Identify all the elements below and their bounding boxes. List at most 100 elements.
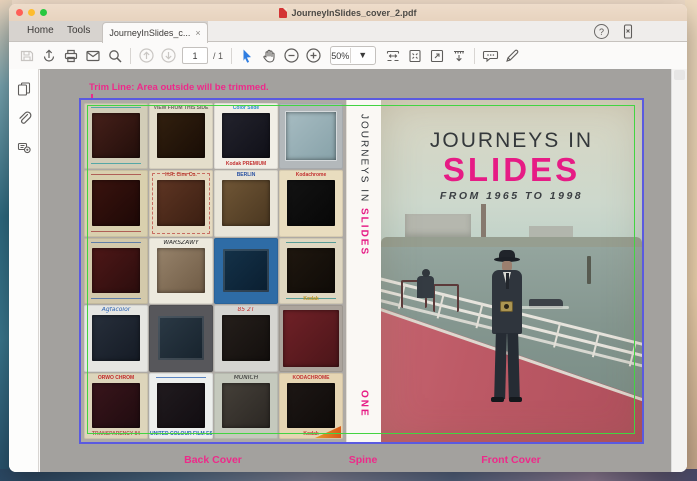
print-icon bbox=[64, 49, 78, 62]
page-number-input[interactable] bbox=[182, 47, 208, 64]
search-button[interactable] bbox=[104, 45, 126, 67]
pdf-file-icon bbox=[279, 7, 288, 18]
back-cover: VIEW FROM THIS SIDE Color Slide Kodak PREM… bbox=[81, 100, 346, 442]
mooring-post bbox=[587, 256, 591, 284]
cover-spread: VIEW FROM THIS SIDE Color Slide Kodak PREM… bbox=[79, 98, 644, 444]
screen: JourneyInSlides_cover_2.pdf Home Tools J… bbox=[0, 0, 697, 481]
shoe bbox=[491, 397, 504, 402]
slide-printed-rule bbox=[91, 163, 141, 165]
scroll-mode-button[interactable] bbox=[448, 45, 470, 67]
spine-title: JOURNEYS IN SLIDES bbox=[359, 114, 370, 256]
layers-button[interactable] bbox=[16, 139, 32, 155]
slide-mount bbox=[279, 305, 343, 372]
slide-mount: BERLIN bbox=[214, 170, 278, 237]
fit-page-button[interactable] bbox=[404, 45, 426, 67]
zoom-window-button[interactable] bbox=[40, 9, 47, 16]
spine-label: Spine bbox=[348, 454, 378, 466]
window-title-group: JourneyInSlides_cover_2.pdf bbox=[279, 7, 417, 18]
shoe bbox=[509, 397, 522, 402]
tab-tools[interactable]: Tools bbox=[67, 25, 90, 36]
slide-mount bbox=[214, 237, 278, 305]
page-count-label: / 1 bbox=[213, 50, 224, 61]
slide-mount bbox=[84, 170, 148, 237]
camera bbox=[500, 301, 513, 312]
zoom-out-button[interactable] bbox=[280, 45, 302, 67]
help-button[interactable]: ? bbox=[594, 24, 609, 39]
traffic-lights bbox=[16, 9, 47, 16]
slide-photo bbox=[287, 382, 335, 428]
slide-top-label: ORWO CHROM bbox=[97, 374, 135, 381]
close-window-button[interactable] bbox=[16, 9, 23, 16]
zoom-out-icon bbox=[283, 48, 299, 63]
slide-top-label: H.R. Cine Co. bbox=[165, 172, 197, 179]
tab-document[interactable]: JourneyInSlides_c... × bbox=[102, 22, 208, 43]
chimney bbox=[481, 204, 486, 240]
email-icon bbox=[86, 50, 100, 61]
tab-home[interactable]: Home bbox=[27, 25, 54, 36]
document-area: Trim Line: Area outside will be trimmed.… bbox=[9, 69, 687, 472]
slide-printed-rule bbox=[91, 107, 141, 108]
email-button[interactable] bbox=[82, 45, 104, 67]
slide-top-label: BERLIN bbox=[236, 172, 256, 179]
slide-photo bbox=[285, 111, 337, 162]
slide-mount: Kodak bbox=[279, 237, 343, 305]
front-subtitle: FROM 1965 TO 1998 bbox=[439, 190, 584, 202]
search-icon bbox=[109, 49, 122, 63]
slide-mount: VIEW FROM THIS SIDE bbox=[149, 103, 213, 170]
slide-mount bbox=[279, 103, 343, 170]
mobile-button[interactable] bbox=[621, 24, 635, 39]
tab-bar-right-icons: ? bbox=[594, 24, 635, 39]
previous-page-button[interactable] bbox=[135, 45, 157, 67]
back-cover-label: Back Cover bbox=[184, 454, 242, 466]
slide-printed-rule bbox=[91, 230, 141, 232]
slide-photo bbox=[222, 315, 270, 361]
slide-photo bbox=[222, 382, 270, 428]
skyline bbox=[381, 204, 642, 248]
minimize-window-button[interactable] bbox=[28, 9, 35, 16]
scroll-mode-icon bbox=[454, 50, 465, 61]
acrobat-window: JourneyInSlides_cover_2.pdf Home Tools J… bbox=[9, 4, 687, 472]
title-bar: JourneyInSlides_cover_2.pdf bbox=[9, 4, 687, 21]
zoom-level-value: 50% bbox=[331, 50, 350, 61]
slide-mount: Color Slide Kodak PREMIUM bbox=[214, 103, 278, 170]
slide-dashed-frame bbox=[152, 173, 210, 234]
next-page-button[interactable] bbox=[157, 45, 179, 67]
select-tool-button[interactable] bbox=[236, 45, 258, 67]
slide-mount: UNITED COLOUR FILM EST. bbox=[149, 372, 213, 439]
small-boat bbox=[521, 299, 569, 309]
slide-top-label: WARSZAWY bbox=[163, 239, 199, 246]
page-canvas[interactable]: Trim Line: Area outside will be trimmed.… bbox=[40, 69, 672, 472]
comment-button[interactable] bbox=[479, 45, 501, 67]
scrollbar[interactable] bbox=[671, 69, 687, 472]
seated-person bbox=[417, 276, 434, 298]
attachments-button[interactable] bbox=[16, 110, 32, 126]
tab-close-icon[interactable]: × bbox=[195, 28, 200, 38]
slide-top-label: Kodachrome bbox=[295, 172, 327, 179]
hand-tool-button[interactable] bbox=[258, 45, 280, 67]
zoom-in-button[interactable] bbox=[302, 45, 324, 67]
main-toolbar: / 1 50% ▼ bbox=[9, 42, 687, 70]
slide-photo bbox=[92, 113, 140, 159]
slide-printed-rule bbox=[91, 241, 141, 243]
save-button[interactable] bbox=[16, 45, 38, 67]
print-button[interactable] bbox=[60, 45, 82, 67]
toolbar-separator bbox=[231, 47, 233, 64]
slide-photo bbox=[157, 113, 205, 159]
pencil-icon bbox=[506, 49, 519, 62]
spine-volume: ONE bbox=[358, 390, 370, 418]
draw-button[interactable] bbox=[501, 45, 523, 67]
tab-document-label: JourneyInSlides_c... bbox=[109, 28, 191, 38]
fit-width-button[interactable] bbox=[382, 45, 404, 67]
fullscreen-button[interactable] bbox=[426, 45, 448, 67]
slide-mount: MUNICH bbox=[214, 372, 278, 439]
window-title: JourneyInSlides_cover_2.pdf bbox=[291, 7, 417, 18]
page-thumbnails-button[interactable] bbox=[16, 81, 32, 97]
zoom-level-select[interactable]: 50% ▼ bbox=[330, 46, 377, 65]
share-button[interactable] bbox=[38, 45, 60, 67]
deck-chair bbox=[433, 284, 459, 312]
slide-mount: WARSZAWY bbox=[149, 237, 213, 305]
slide-top-label: VIEW FROM THIS SIDE bbox=[153, 105, 209, 111]
man-figure bbox=[485, 249, 529, 405]
slide-mount: H.R. Cine Co. bbox=[149, 170, 213, 237]
scrollbar-thumb[interactable] bbox=[674, 70, 685, 80]
